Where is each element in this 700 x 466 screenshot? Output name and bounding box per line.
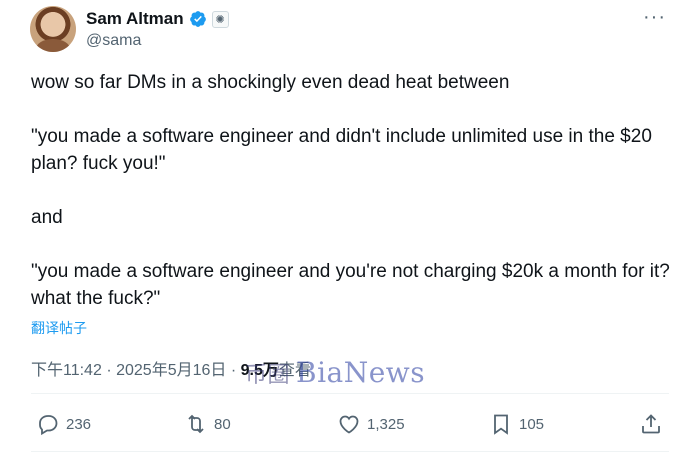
author-row: Sam Altman ✺: [86, 8, 229, 30]
tweet-paragraph-2: "you made a software engineer and didn't…: [31, 126, 652, 174]
divider-bottom: [31, 451, 669, 452]
action-bar: 236 80 1,325 105: [31, 407, 671, 441]
like-count: 1,325: [367, 415, 405, 433]
avatar[interactable]: [30, 6, 76, 52]
meta-separator-2: ·: [230, 362, 237, 379]
share-button[interactable]: [639, 407, 663, 441]
tweet-date[interactable]: 2025年5月16日: [116, 362, 226, 379]
tweet-time[interactable]: 下午11:42: [31, 362, 102, 379]
share-icon: [642, 414, 660, 434]
meta-separator: ·: [106, 362, 112, 379]
watermark-en: BiaNews: [296, 356, 426, 389]
tweet-header: Sam Altman ✺ @sama ···: [30, 6, 670, 56]
reply-button[interactable]: 236: [36, 407, 91, 441]
bianews-watermark: 币圈 BiaNews: [245, 356, 425, 389]
heart-icon: [339, 415, 359, 434]
verified-badge-icon: [189, 11, 206, 27]
tweet-paragraph-3: and: [31, 207, 63, 228]
divider-top: [31, 393, 669, 394]
author-handle[interactable]: @sama: [86, 32, 141, 50]
watermark-cn: 币圈: [245, 363, 291, 388]
author-name[interactable]: Sam Altman: [86, 9, 184, 29]
bookmark-button[interactable]: 105: [489, 407, 544, 441]
reply-icon: [39, 415, 58, 436]
tweet-paragraph-4: "you made a software engineer and you're…: [31, 261, 670, 309]
more-options-icon[interactable]: ···: [643, 7, 666, 27]
translate-post-link[interactable]: 翻译帖子: [31, 318, 87, 338]
repost-count: 80: [214, 415, 231, 433]
reply-count: 236: [66, 415, 92, 433]
like-button[interactable]: 1,325: [337, 407, 405, 441]
bookmark-count: 105: [519, 415, 545, 433]
repost-icon: [188, 414, 204, 434]
openai-org-badge-icon[interactable]: ✺: [211, 10, 229, 28]
tweet-paragraph-1: wow so far DMs in a shockingly even dead…: [31, 72, 510, 93]
repost-button[interactable]: 80: [184, 407, 231, 441]
bookmark-icon: [494, 414, 508, 435]
